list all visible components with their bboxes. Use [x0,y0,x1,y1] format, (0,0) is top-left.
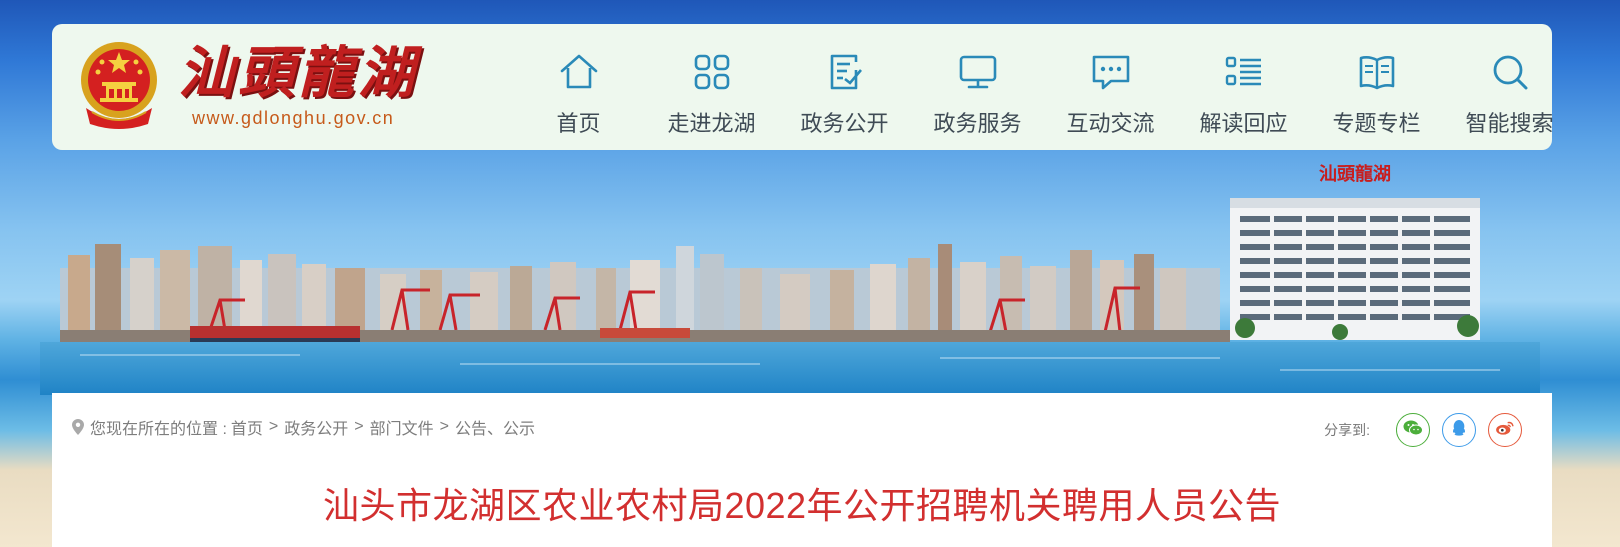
breadcrumb-prefix: 您现在所在的位置 : [90,421,227,438]
nav-item-home[interactable]: 首页 [512,24,645,150]
nav-label: 走进龙湖 [667,111,756,136]
breadcrumb-link-dept-files[interactable]: 部门文件 [370,415,434,439]
share-bar: 分享到: [1324,413,1522,447]
book-icon [1355,50,1399,94]
share-label: 分享到: [1324,422,1370,438]
breadcrumb-link-notices[interactable]: 公告、公示 [455,415,535,439]
weibo-icon [1495,420,1515,441]
nav-item-gov-service[interactable]: 政务服务 [911,24,1044,150]
breadcrumb-link-gov-open[interactable]: 政务公开 [284,415,348,439]
nav-item-gov-open[interactable]: 政务公开 [778,24,911,150]
qq-icon [1451,419,1467,442]
government-building: 汕頭龍湖 [1230,163,1480,340]
share-weibo-button[interactable] [1488,413,1522,447]
list-icon [1222,50,1266,94]
breadcrumb: 您现在所在的位置 : 首页 > 政务公开 > 部门文件 > 公告、公示 [72,415,535,439]
nav-item-search[interactable]: 智能搜索 [1443,24,1576,150]
breadcrumb-separator: > [268,418,279,435]
site-header: 汕頭龍湖 www.gdlonghu.gov.cn 首页 走进龙湖 政务公开 政务… [52,24,1554,150]
breadcrumb-separator: > [354,418,364,435]
nav-label: 专题专栏 [1332,111,1421,136]
content-panel: 您现在所在的位置 : 首页 > 政务公开 > 部门文件 > 公告、公示 分享到:… [52,393,1552,547]
breadcrumb-separator: > [439,418,449,435]
share-wechat-button[interactable] [1396,413,1430,447]
building-sign: 汕頭龍湖 [1319,163,1391,185]
nav-label: 解读回应 [1199,111,1288,136]
nav-item-special-topics[interactable]: 专题专栏 [1310,24,1443,150]
breadcrumb-link-home[interactable]: 首页 [231,415,263,439]
site-brand-title[interactable]: 汕頭龍湖 [178,38,418,108]
home-icon [557,50,601,94]
nav-label: 智能搜索 [1465,111,1554,136]
main-nav: 首页 走进龙湖 政务公开 政务服务 互动交流 解读回应 专题专栏 智能搜索 [512,24,1576,150]
document-edit-icon [823,50,867,94]
national-emblem-logo[interactable] [78,38,160,132]
article-title: 汕头市龙湖区农业农村局2022年公开招聘机关聘用人员公告 [322,485,1282,526]
nav-label: 政务公开 [800,111,889,136]
share-qq-button[interactable] [1442,413,1476,447]
site-url: www.gdlonghu.gov.cn [192,108,395,128]
grid-icon [690,50,734,94]
skyline-illustration: 汕頭龍湖 [40,163,1540,395]
nav-item-about[interactable]: 走进龙湖 [645,24,778,150]
search-icon [1488,50,1532,94]
chat-icon [1089,50,1133,94]
wechat-icon [1403,419,1423,442]
monitor-icon [956,50,1000,94]
nav-label: 政务服务 [933,111,1022,136]
nav-item-interpretation[interactable]: 解读回应 [1177,24,1310,150]
nav-label: 互动交流 [1066,111,1155,136]
location-pin-icon [72,419,84,435]
city-skyline-banner: 汕頭龍湖 [40,150,1540,395]
nav-label: 首页 [556,111,601,136]
nav-item-interaction[interactable]: 互动交流 [1044,24,1177,150]
